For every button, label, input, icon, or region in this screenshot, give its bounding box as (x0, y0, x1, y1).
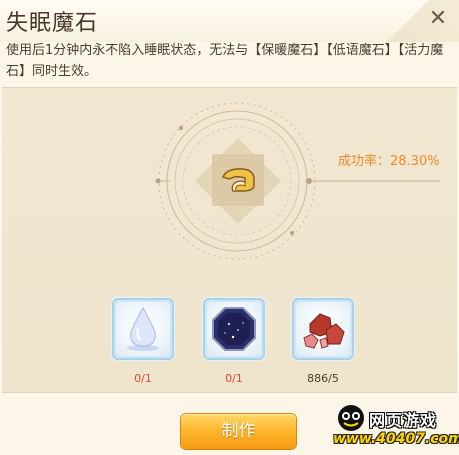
site-logo: 网页游戏 www.40407.com (331, 403, 459, 453)
craft-button[interactable]: 制作 (181, 414, 296, 449)
material-count: 0/1 (225, 372, 243, 385)
logo-text: 网页游戏 (369, 411, 438, 430)
red-ore-icon (303, 313, 345, 349)
craft-circle-decoration (155, 102, 440, 260)
material-count: 886/5 (307, 372, 339, 385)
success-rate-label: 成功率：28.30% (338, 154, 440, 169)
logo-url: www.40407.com (333, 431, 459, 447)
crafted-item-icon[interactable] (213, 155, 263, 205)
material-slot-starry-gem[interactable] (203, 298, 265, 360)
material-slot-water-droplet[interactable] (112, 298, 174, 360)
material-count: 0/1 (134, 372, 152, 385)
mascot-icon (338, 405, 364, 431)
material-slot-red-ore[interactable] (292, 298, 354, 360)
water-droplet-icon (127, 306, 159, 351)
starry-gem-icon (212, 307, 256, 351)
cheese-roll-icon (221, 168, 255, 192)
